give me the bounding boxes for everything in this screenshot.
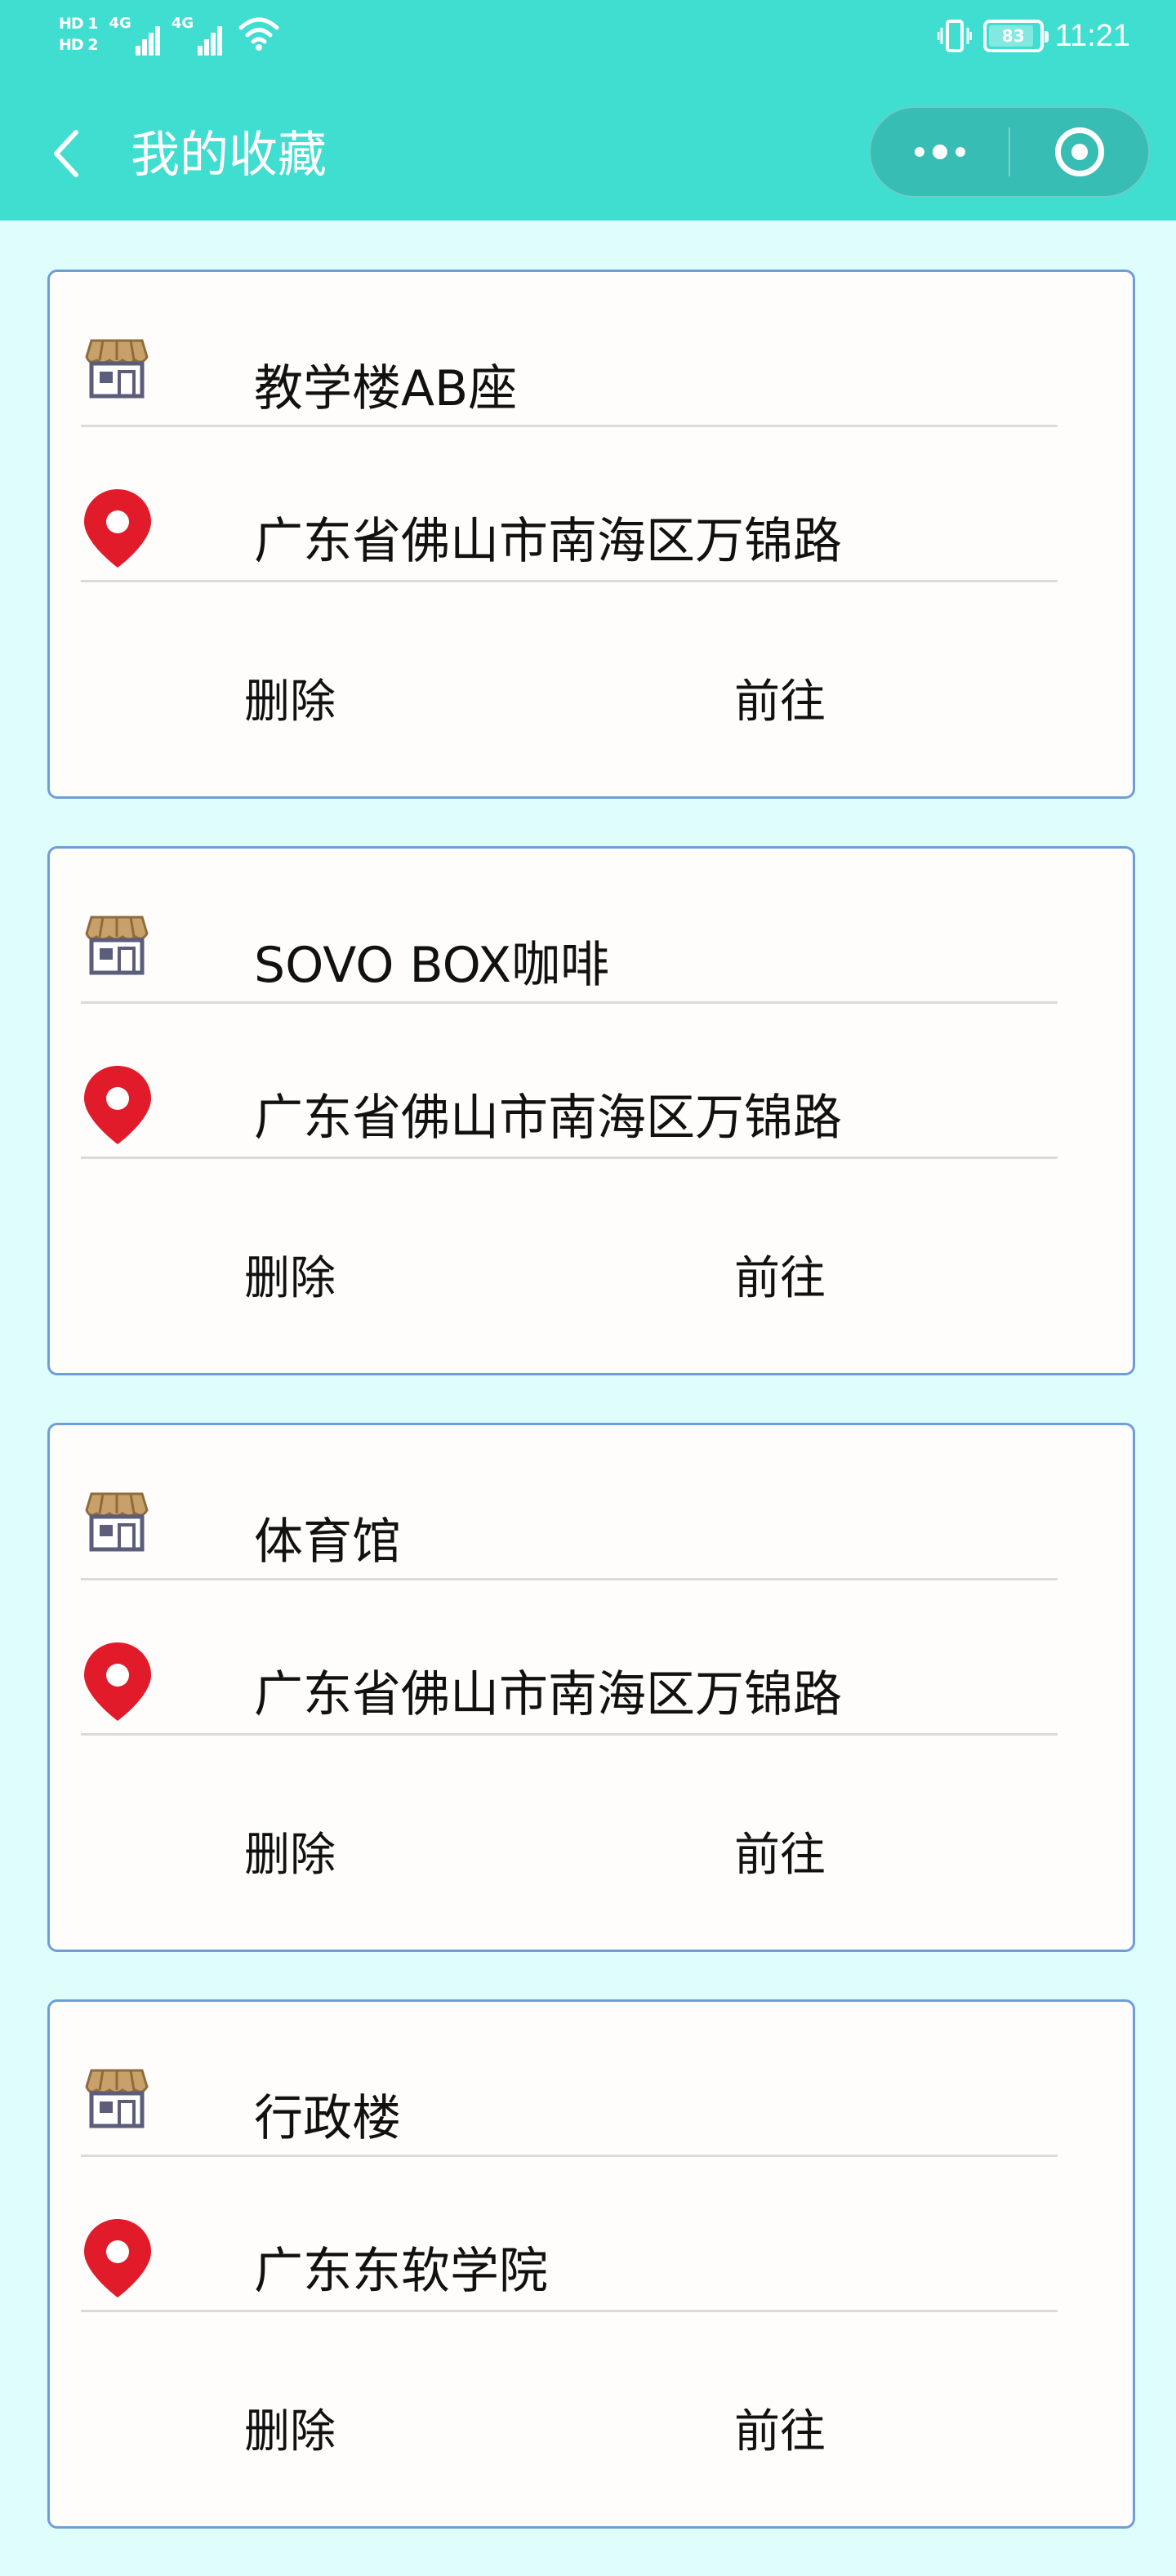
go-button[interactable]: 前往 bbox=[734, 1250, 826, 1308]
close-button[interactable] bbox=[1010, 108, 1148, 196]
place-address: 广东省佛山市南海区万锦路 bbox=[254, 1666, 842, 1723]
chevron-left-icon bbox=[54, 130, 78, 177]
delete-button[interactable]: 删除 bbox=[244, 674, 336, 731]
card-actions: 删除 前往 bbox=[50, 582, 1133, 795]
sim2-label: HD 2 bbox=[59, 36, 99, 54]
signal-icon-2: 4G bbox=[171, 15, 223, 56]
battery-level: 83 bbox=[1001, 26, 1025, 46]
back-button[interactable] bbox=[42, 125, 88, 182]
wifi-icon bbox=[238, 17, 279, 51]
location-pin-icon bbox=[84, 489, 151, 568]
more-button[interactable] bbox=[871, 108, 1009, 196]
clock: 11:21 bbox=[1054, 18, 1130, 53]
status-right: 83 11:21 bbox=[937, 18, 1130, 54]
more-dots-icon bbox=[914, 145, 965, 159]
go-button[interactable]: 前往 bbox=[734, 1827, 826, 1884]
location-pin-icon bbox=[84, 2219, 151, 2297]
card-actions: 删除 前往 bbox=[50, 1736, 1133, 1948]
delete-button[interactable]: 删除 bbox=[244, 1827, 336, 1884]
target-close-icon bbox=[1054, 127, 1104, 176]
go-button[interactable]: 前往 bbox=[734, 2404, 826, 2461]
place-name: 行政楼 bbox=[254, 2090, 401, 2147]
place-name: SOVO BOX咖啡 bbox=[254, 937, 610, 994]
card-actions: 删除 前往 bbox=[50, 1159, 1133, 1371]
place-address: 广东省佛山市南海区万锦路 bbox=[254, 513, 842, 570]
store-icon bbox=[85, 2069, 149, 2128]
vibrate-icon bbox=[937, 20, 972, 52]
place-address: 广东东软学院 bbox=[254, 2243, 548, 2300]
place-address-row: 广东省佛山市南海区万锦路 bbox=[81, 1580, 1058, 1736]
place-name-row: 行政楼 bbox=[81, 2002, 1058, 2157]
place-name-row: 教学楼AB座 bbox=[81, 272, 1058, 427]
network-type-2: 4G bbox=[171, 15, 194, 32]
store-icon bbox=[85, 339, 149, 399]
store-icon bbox=[85, 1492, 149, 1552]
place-name: 体育馆 bbox=[254, 1513, 401, 1571]
page-title: 我的收藏 bbox=[131, 127, 327, 184]
nav-bar: 我的收藏 bbox=[0, 94, 1176, 208]
mini-program-capsule bbox=[869, 106, 1150, 198]
go-button[interactable]: 前往 bbox=[734, 674, 826, 731]
status-left: HD 1 HD 2 4G 4G bbox=[59, 15, 279, 56]
place-address-row: 广东省佛山市南海区万锦路 bbox=[81, 427, 1058, 582]
place-address: 广东省佛山市南海区万锦路 bbox=[254, 1090, 842, 1147]
network-type-1: 4G bbox=[109, 15, 131, 32]
delete-button[interactable]: 删除 bbox=[244, 2404, 336, 2461]
battery-icon: 83 bbox=[982, 20, 1049, 52]
location-pin-icon bbox=[84, 1066, 151, 1144]
favorite-card: 教学楼AB座 广东省佛山市南海区万锦路 删除 前往 bbox=[47, 270, 1135, 799]
card-actions: 删除 前往 bbox=[50, 2312, 1133, 2525]
place-address-row: 广东东软学院 bbox=[81, 2157, 1058, 2312]
status-bar: HD 1 HD 2 4G 4G 83 11:21 bbox=[0, 0, 1176, 82]
place-address-row: 广东省佛山市南海区万锦路 bbox=[81, 1004, 1058, 1159]
header: HD 1 HD 2 4G 4G 83 11:21 我的收藏 bbox=[0, 0, 1176, 221]
favorite-card: 体育馆 广东省佛山市南海区万锦路 删除 前往 bbox=[47, 1423, 1135, 1952]
place-name: 教学楼AB座 bbox=[254, 360, 518, 417]
place-name-row: SOVO BOX咖啡 bbox=[81, 849, 1058, 1004]
location-pin-icon bbox=[84, 1642, 151, 1721]
delete-button[interactable]: 删除 bbox=[244, 1250, 336, 1308]
favorites-list: 教学楼AB座 广东省佛山市南海区万锦路 删除 前往 SOVO BOX咖啡 广东省… bbox=[47, 270, 1135, 2576]
favorite-card: SOVO BOX咖啡 广东省佛山市南海区万锦路 删除 前往 bbox=[47, 846, 1135, 1375]
place-name-row: 体育馆 bbox=[81, 1425, 1058, 1580]
sim-indicators: HD 1 HD 2 bbox=[59, 15, 99, 54]
sim1-label: HD 1 bbox=[59, 15, 99, 33]
store-icon bbox=[85, 916, 149, 975]
favorite-card: 行政楼 广东东软学院 删除 前往 bbox=[47, 1999, 1135, 2529]
signal-icon-1: 4G bbox=[109, 15, 160, 56]
